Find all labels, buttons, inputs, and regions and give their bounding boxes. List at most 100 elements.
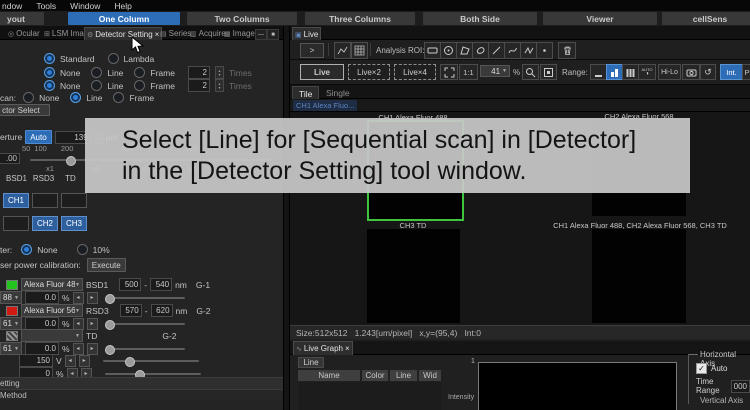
- roi-polygon-button[interactable]: [456, 42, 473, 59]
- laser2-slider[interactable]: [107, 323, 185, 325]
- layout-button-three-columns[interactable]: Three Columns: [305, 12, 415, 25]
- range-high-button[interactable]: [622, 64, 639, 80]
- laser1-slider-knob[interactable]: [105, 294, 115, 304]
- dye2-to-field[interactable]: 620: [151, 304, 173, 317]
- roi-rectangle-button[interactable]: [424, 42, 441, 59]
- aperture-auto-button[interactable]: Auto: [25, 130, 51, 144]
- zoom-tool-button[interactable]: [522, 64, 539, 80]
- radio-seq2-none[interactable]: [44, 80, 55, 91]
- roi-line-button[interactable]: [488, 42, 505, 59]
- dye1-to-field[interactable]: 540: [150, 278, 172, 291]
- tab-live[interactable]: ▣ Live: [292, 27, 321, 41]
- aperture-readout-field[interactable]: .00: [0, 153, 20, 164]
- radio-scan-line[interactable]: [70, 92, 81, 103]
- tile-ch3[interactable]: [367, 229, 460, 323]
- menu-window[interactable]: Window: [70, 1, 100, 11]
- channel-empty-cell[interactable]: [61, 193, 87, 208]
- image-tab-ch1[interactable]: CH1 Alexa Fluo...: [293, 100, 357, 111]
- seq1-times-field[interactable]: 2: [188, 66, 210, 79]
- dye3-dropdown[interactable]: ▼: [21, 329, 83, 342]
- reset-button[interactable]: ↺: [700, 64, 716, 80]
- dye1-from-field[interactable]: 500: [119, 278, 141, 291]
- layout-button-two-columns[interactable]: Two Columns: [187, 12, 297, 25]
- hv-slider[interactable]: [103, 360, 199, 362]
- live-x4-button[interactable]: Live×4: [394, 64, 436, 80]
- hv-decrement-icon[interactable]: ◂: [65, 355, 76, 367]
- radio-seq2-line[interactable]: [91, 80, 102, 91]
- radio-seq1-none[interactable]: [44, 67, 55, 78]
- laser2-slider-knob[interactable]: [105, 320, 115, 330]
- seq1-spinner-arrows-icon[interactable]: ▴▾: [215, 66, 224, 79]
- layout-button-viewer[interactable]: Viewer: [543, 12, 657, 25]
- live-x2-button[interactable]: Live×2: [348, 64, 390, 80]
- tab-live-graph[interactable]: ∿ Live Graph ×: [293, 341, 353, 355]
- dye1-dropdown[interactable]: Alexa Fluor 488 ▼: [21, 278, 83, 291]
- roi-polyline-button[interactable]: [520, 42, 537, 59]
- panel-splitter[interactable]: [283, 26, 290, 410]
- radio-seq2-frame[interactable]: [134, 80, 145, 91]
- tab-live-graph-close-icon[interactable]: ×: [345, 344, 350, 353]
- radio-seq1-line[interactable]: [91, 67, 102, 78]
- one-to-one-button[interactable]: 1:1: [459, 64, 478, 80]
- layout-button-one-column[interactable]: One Column: [68, 12, 180, 25]
- fit-to-window-button[interactable]: [440, 64, 458, 80]
- zoom-level-dropdown[interactable]: 41 ▼: [480, 65, 510, 77]
- menu-tools[interactable]: Tools: [36, 1, 56, 11]
- tile-overlay[interactable]: [592, 229, 686, 323]
- snapshot-button[interactable]: [682, 64, 700, 80]
- graph-line-tab[interactable]: Line: [298, 357, 324, 368]
- laser3-slider[interactable]: [107, 348, 185, 350]
- photon-mode-button[interactable]: Photon: [742, 64, 750, 80]
- channel-empty-cell[interactable]: [32, 193, 58, 208]
- roi-curve-button[interactable]: [504, 42, 521, 59]
- grid-view-button[interactable]: [351, 42, 368, 59]
- graph-plot-area[interactable]: [478, 362, 677, 410]
- laser1-value-field[interactable]: 0.0: [25, 291, 59, 304]
- seq2-spinner-arrows-icon[interactable]: ▴▾: [215, 79, 224, 92]
- auto-checkbox[interactable]: ✓: [696, 363, 707, 374]
- section-header-setting[interactable]: etting: [0, 377, 283, 389]
- panel-minimize-button[interactable]: —: [255, 29, 267, 40]
- channel-ch2-button[interactable]: CH2: [32, 216, 58, 231]
- delete-all-rois-button[interactable]: [558, 42, 576, 59]
- radio-standard[interactable]: [44, 53, 55, 64]
- graph-col-width[interactable]: Wid: [419, 370, 441, 381]
- channel-ch3-button[interactable]: CH3: [61, 216, 87, 231]
- tab-detector-setting[interactable]: ⚙ Detector Setting ×: [84, 27, 162, 41]
- laser3-increment-icon[interactable]: ▸: [87, 343, 98, 355]
- hv-increment-icon[interactable]: ▸: [79, 355, 90, 367]
- menu-window-cut[interactable]: ndow: [2, 1, 22, 11]
- laser1-decrement-icon[interactable]: ◂: [73, 292, 84, 304]
- laser3-slider-knob[interactable]: [105, 345, 115, 355]
- laser2-decrement-icon[interactable]: ◂: [73, 318, 84, 330]
- live-button[interactable]: Live: [300, 64, 344, 80]
- graph-col-line[interactable]: Line: [390, 370, 417, 381]
- hilo-button[interactable]: Hi-Lo: [658, 64, 681, 80]
- dye2-dropdown[interactable]: Alexa Fluor 568 ▼: [21, 304, 83, 317]
- roi-ellipse-button[interactable]: [440, 42, 457, 59]
- hv-slider-knob[interactable]: [125, 357, 135, 367]
- execute-button[interactable]: Execute: [87, 258, 126, 272]
- roi-freehand-button[interactable]: [472, 42, 489, 59]
- menu-help[interactable]: Help: [114, 1, 131, 11]
- section-header-method[interactable]: Method: [0, 389, 283, 401]
- range-mid-button[interactable]: [606, 64, 623, 80]
- roi-point-button[interactable]: [536, 42, 553, 59]
- channel-ch1-button[interactable]: CH1: [3, 193, 29, 208]
- dye2-from-field[interactable]: 570: [120, 304, 142, 317]
- layout-button-both-side[interactable]: Both Side: [423, 12, 537, 25]
- graph-col-name[interactable]: Name: [298, 370, 360, 381]
- frame-view-button[interactable]: [540, 64, 557, 80]
- tab-tile[interactable]: Tile: [292, 86, 319, 100]
- laser1-slider[interactable]: [107, 297, 185, 299]
- time-range-field[interactable]: 000: [731, 380, 750, 393]
- laser3-decrement-icon[interactable]: ◂: [73, 343, 84, 355]
- laser1-increment-icon[interactable]: ▸: [87, 292, 98, 304]
- radio-seq1-frame[interactable]: [134, 67, 145, 78]
- graph-col-color[interactable]: Color: [362, 370, 388, 381]
- hv-value-field[interactable]: 150: [19, 354, 53, 367]
- graph-table-body[interactable]: [298, 382, 441, 410]
- layout-button-layout[interactable]: yout: [0, 12, 44, 25]
- expand-panel-button[interactable]: >: [300, 43, 324, 58]
- laser2-increment-icon[interactable]: ▸: [87, 318, 98, 330]
